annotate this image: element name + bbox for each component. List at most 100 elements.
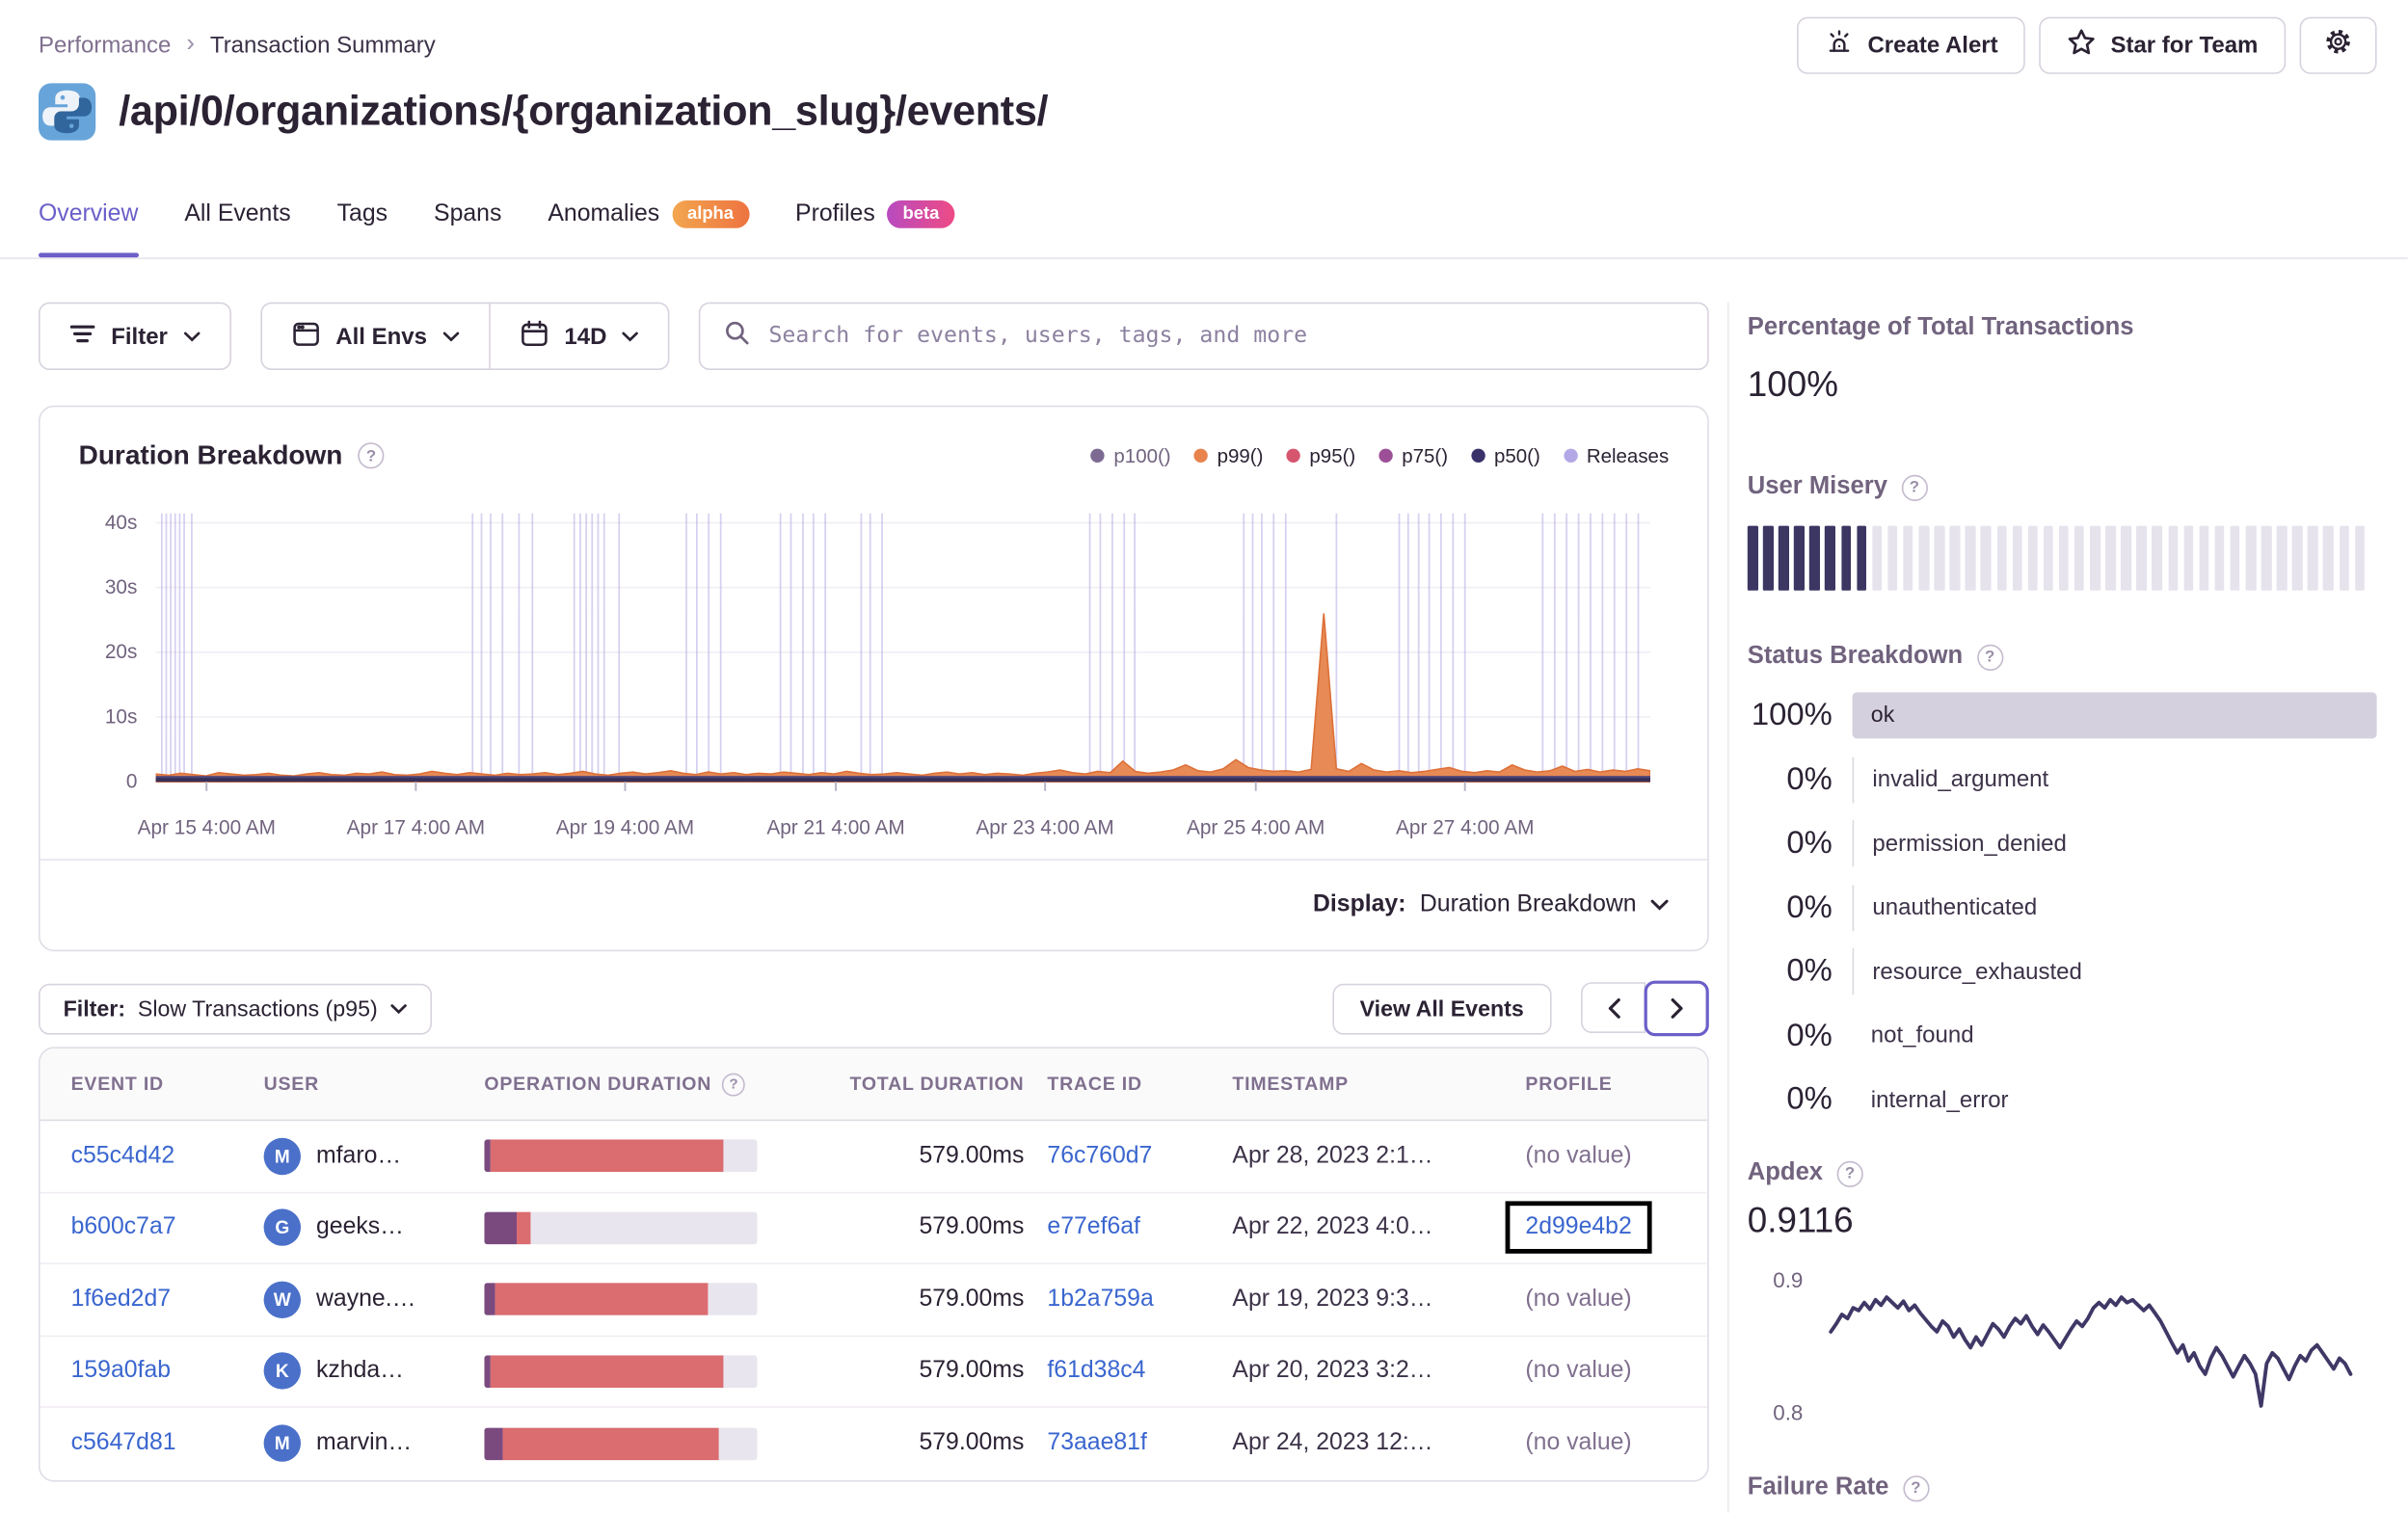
operation-duration-bar (484, 1427, 758, 1460)
star-icon (2068, 27, 2097, 63)
y-axis-label: 40s (104, 510, 138, 534)
filter-button[interactable]: Filter (39, 302, 231, 370)
y-axis-label: 0 (125, 769, 138, 793)
avatar: M (263, 1137, 301, 1175)
table-row: c5647d81 Mmarvin… 579.00ms 73aae81f Apr … (40, 1408, 1708, 1479)
trace-id-link[interactable]: e77ef6af (1047, 1214, 1140, 1240)
status-row-invalid-argument: 0% invalid_argument (1748, 756, 2377, 803)
tab-spans[interactable]: Spans (434, 200, 501, 257)
chevron-down-icon (390, 1004, 407, 1015)
search-input[interactable] (768, 324, 1685, 349)
transaction-summary-page: Performance › Transaction Summary Create… (0, 0, 2408, 1513)
status-row-ok: 100% ok (1748, 692, 2377, 739)
column-header-profile: PROFILE (1525, 1073, 1613, 1095)
event-id-link[interactable]: c5647d81 (71, 1430, 176, 1456)
user-name: geeks… (316, 1213, 404, 1240)
environment-selector[interactable]: All Envs (262, 304, 491, 369)
timestamp: Apr 20, 2023 3:2… (1232, 1357, 1433, 1384)
legend-item-p99[interactable]: p99() (1193, 444, 1263, 467)
user-misery-bar (1747, 525, 2377, 591)
tab-profiles[interactable]: Profiles beta (795, 200, 955, 257)
settings-button[interactable] (2299, 15, 2377, 73)
status-pct: 100% (1751, 697, 1833, 732)
misery-tick (2214, 525, 2225, 591)
tab-anomalies[interactable]: Anomalies alpha (548, 200, 750, 257)
view-all-events-button[interactable]: View All Events (1331, 983, 1552, 1035)
column-header-user: USER (263, 1073, 319, 1095)
apdex-sparkline: 0.9 0.8 (1748, 1260, 2357, 1424)
misery-tick (1903, 525, 1913, 591)
y-axis-label: 20s (104, 640, 138, 663)
sidebar-divider (1727, 302, 1729, 1513)
legend-item-p75[interactable]: p75() (1378, 444, 1448, 467)
misery-tick (2261, 525, 2272, 591)
tab-bar: Overview All Events Tags Spans Anomalies… (39, 200, 955, 258)
status-pct: 0% (1786, 952, 1833, 989)
chart-header: Duration Breakdown ? p100() p99() p95() … (79, 439, 1670, 472)
date-range-selector[interactable]: 14D (491, 304, 669, 368)
misery-tick (2012, 525, 2022, 591)
legend-dot (1286, 448, 1300, 463)
event-id-link[interactable]: b600c7a7 (71, 1214, 176, 1240)
help-icon[interactable]: ? (1902, 1474, 1929, 1501)
topbar: Performance › Transaction Summary Create… (39, 15, 2377, 74)
trace-id-link[interactable]: 73aae81f (1047, 1430, 1146, 1456)
breadcrumb-transaction-summary: Transaction Summary (209, 31, 436, 58)
help-icon[interactable]: ? (358, 442, 385, 469)
legend-item-p50[interactable]: p50() (1471, 444, 1540, 467)
profile-value: (no value) (1525, 1429, 1632, 1456)
legend-item-p95[interactable]: p95() (1286, 444, 1355, 467)
filter-lines-icon (69, 323, 95, 349)
misery-tick (1794, 525, 1805, 591)
user-cell: Mmarvin… (263, 1424, 485, 1463)
misery-tick (1981, 525, 1992, 591)
legend-item-releases[interactable]: Releases (1563, 444, 1669, 467)
event-id-link[interactable]: 159a0fab (71, 1357, 171, 1383)
breadcrumb: Performance › Transaction Summary (39, 31, 436, 59)
tab-overview[interactable]: Overview (39, 200, 138, 258)
events-list-controls: Filter: Slow Transactions (p95) View All… (39, 980, 1709, 1036)
misery-tick (2276, 525, 2288, 591)
gear-icon (2323, 26, 2354, 63)
python-platform-icon (39, 83, 96, 141)
trace-id-link[interactable]: 1b2a759a (1047, 1286, 1153, 1312)
status-pct: 0% (1786, 889, 1833, 925)
duration-chart-plot[interactable]: 40s 30s 20s 10s 0 Apr 15 4:00 AM Apr 17 … (105, 511, 1651, 838)
status-label: permission_denied (1852, 820, 2377, 867)
tab-tags[interactable]: Tags (337, 200, 388, 257)
event-id-link[interactable]: 1f6ed2d7 (71, 1286, 171, 1312)
status-row-internal-error: 0% internal_error (1748, 1076, 2377, 1123)
misery-tick (1872, 525, 1883, 591)
previous-page-button[interactable] (1581, 982, 1646, 1034)
tab-all-events[interactable]: All Events (184, 200, 290, 257)
misery-tick (2058, 525, 2070, 591)
transactions-filter-selector[interactable]: Filter: Slow Transactions (p95) (39, 983, 432, 1035)
misery-tick (1949, 525, 1961, 591)
timestamp: Apr 22, 2023 4:0… (1232, 1213, 1433, 1240)
table-header: EVENT ID USER OPERATION DURATION? TOTAL … (40, 1048, 1708, 1122)
misery-tick (2245, 525, 2256, 591)
total-duration: 579.00ms (919, 1357, 1025, 1384)
help-icon[interactable]: ? (1901, 474, 1928, 501)
profile-link[interactable]: 2d99e4b2 (1525, 1214, 1631, 1240)
breadcrumb-performance[interactable]: Performance (39, 32, 171, 58)
misery-tick (1809, 525, 1820, 591)
help-icon[interactable]: ? (1976, 644, 2003, 671)
star-for-team-button[interactable]: Star for Team (2039, 15, 2287, 73)
trace-id-link[interactable]: 76c760d7 (1047, 1142, 1152, 1168)
total-transactions-value: 100% (1747, 363, 1838, 405)
next-page-button[interactable] (1644, 980, 1709, 1036)
status-pct: 0% (1786, 1080, 1833, 1117)
create-alert-label: Create Alert (1867, 31, 1998, 58)
duration-breakdown-card: Duration Breakdown ? p100() p99() p95() … (39, 405, 1709, 952)
event-id-link[interactable]: c55c4d42 (71, 1142, 175, 1168)
user-cell: Ggeeks… (263, 1208, 485, 1247)
date-range-value: 14D (564, 323, 607, 350)
legend-item-p100[interactable]: p100() (1090, 444, 1171, 467)
help-icon[interactable]: ? (1836, 1160, 1863, 1187)
display-selector[interactable]: Duration Breakdown (1420, 891, 1669, 919)
create-alert-button[interactable]: Create Alert (1796, 15, 2026, 73)
avatar: G (263, 1208, 301, 1247)
trace-id-link[interactable]: f61d38c4 (1047, 1357, 1145, 1383)
help-icon[interactable]: ? (722, 1072, 746, 1096)
